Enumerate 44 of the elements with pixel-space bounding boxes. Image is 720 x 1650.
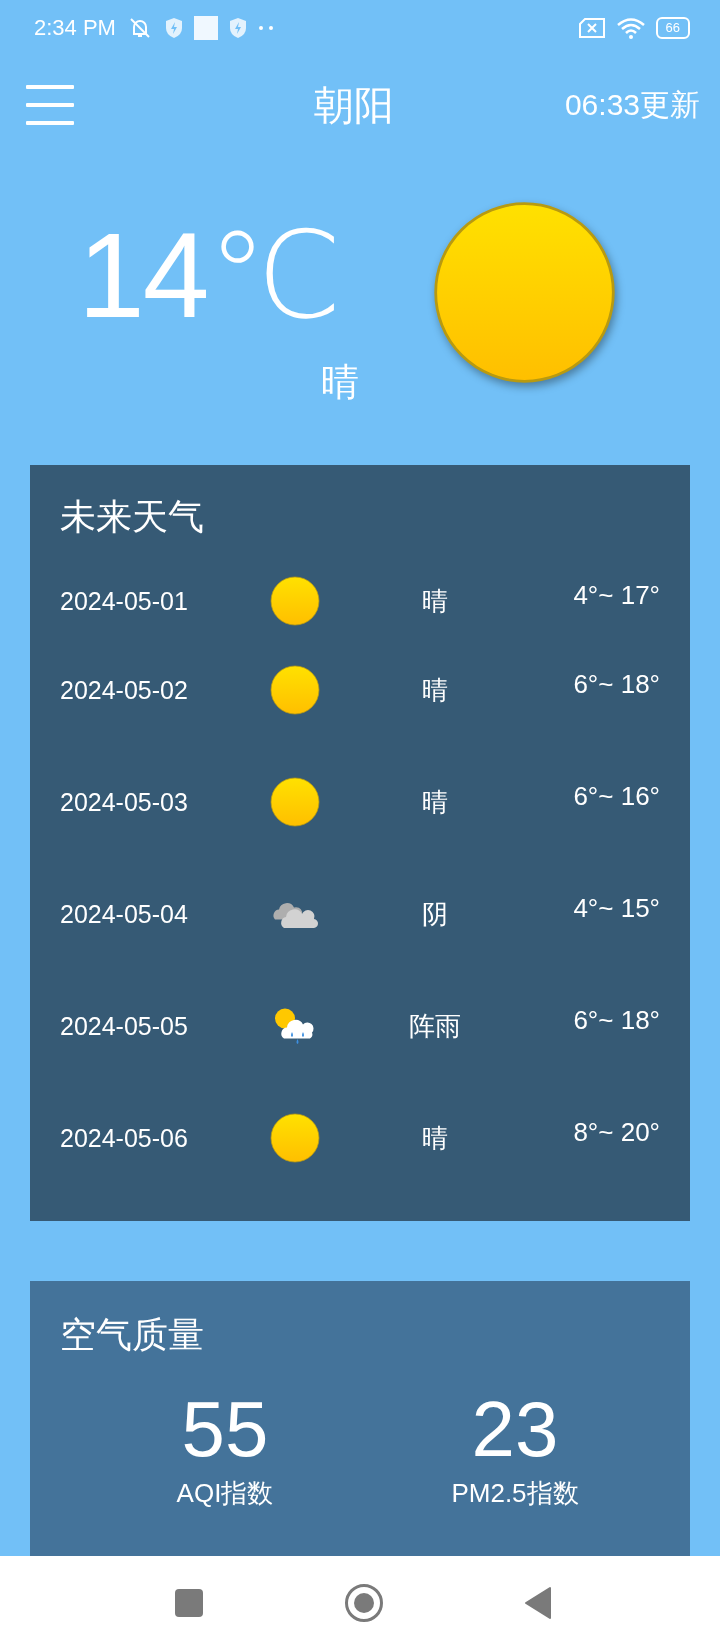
city-title: 朝阳 xyxy=(313,81,396,129)
recents-button[interactable] xyxy=(174,1588,204,1618)
sun-icon xyxy=(270,1113,320,1163)
metric-value: 23 xyxy=(471,1390,559,1468)
metric-value: 55 xyxy=(181,1390,269,1468)
sun-icon xyxy=(270,665,320,715)
card-title: 未来天气 xyxy=(60,495,205,539)
forecast-condition: 晴 xyxy=(421,785,449,819)
temperature-range: 4°~ 15° xyxy=(572,892,660,924)
forecast-date: 2024-05-01 xyxy=(60,586,189,616)
current-temperature: 14℃ xyxy=(78,215,341,335)
forecast-date: 2024-05-04 xyxy=(60,899,189,929)
metric-label: PM2.5指数 xyxy=(451,1477,579,1510)
forecast-date: 2024-05-05 xyxy=(60,1011,189,1041)
back-button[interactable] xyxy=(524,1586,552,1620)
forecast-date: 2024-05-03 xyxy=(60,787,189,817)
temperature-range: 6°~ 16° xyxy=(572,780,660,812)
forecast-date: 2024-05-02 xyxy=(60,675,189,705)
forecast-condition: 晴 xyxy=(421,1121,449,1155)
temperature-range: 6°~ 18° xyxy=(572,1004,660,1036)
battery-level: 66 xyxy=(655,16,690,39)
sun-icon xyxy=(270,576,320,626)
shield-icon xyxy=(163,16,184,39)
forecast-condition: 晴 xyxy=(421,584,449,618)
temperature-range: 4°~ 17° xyxy=(572,579,660,611)
forecast-condition: 阴 xyxy=(421,897,449,931)
shield-icon xyxy=(227,16,248,39)
wifi-icon xyxy=(615,15,646,40)
sim-error-icon xyxy=(577,16,606,39)
card-title: 空气质量 xyxy=(60,1313,205,1357)
update-time: 06:33更新 xyxy=(564,86,700,123)
forecast-condition: 晴 xyxy=(421,673,449,707)
square-icon xyxy=(193,15,218,40)
sun-icon xyxy=(432,200,617,385)
dots-icon xyxy=(257,24,274,31)
temperature-range: 8°~ 20° xyxy=(572,1116,660,1148)
sun-icon xyxy=(270,777,320,827)
status-time: 2:34 PM xyxy=(34,14,116,41)
forecast-condition: 阵雨 xyxy=(408,1009,462,1043)
forecast-date: 2024-05-06 xyxy=(60,1123,189,1153)
current-condition: 晴 xyxy=(321,360,359,405)
metric-label: AQI指数 xyxy=(176,1477,274,1510)
home-button[interactable] xyxy=(344,1583,384,1623)
temperature-range: 6°~ 18° xyxy=(572,668,660,700)
